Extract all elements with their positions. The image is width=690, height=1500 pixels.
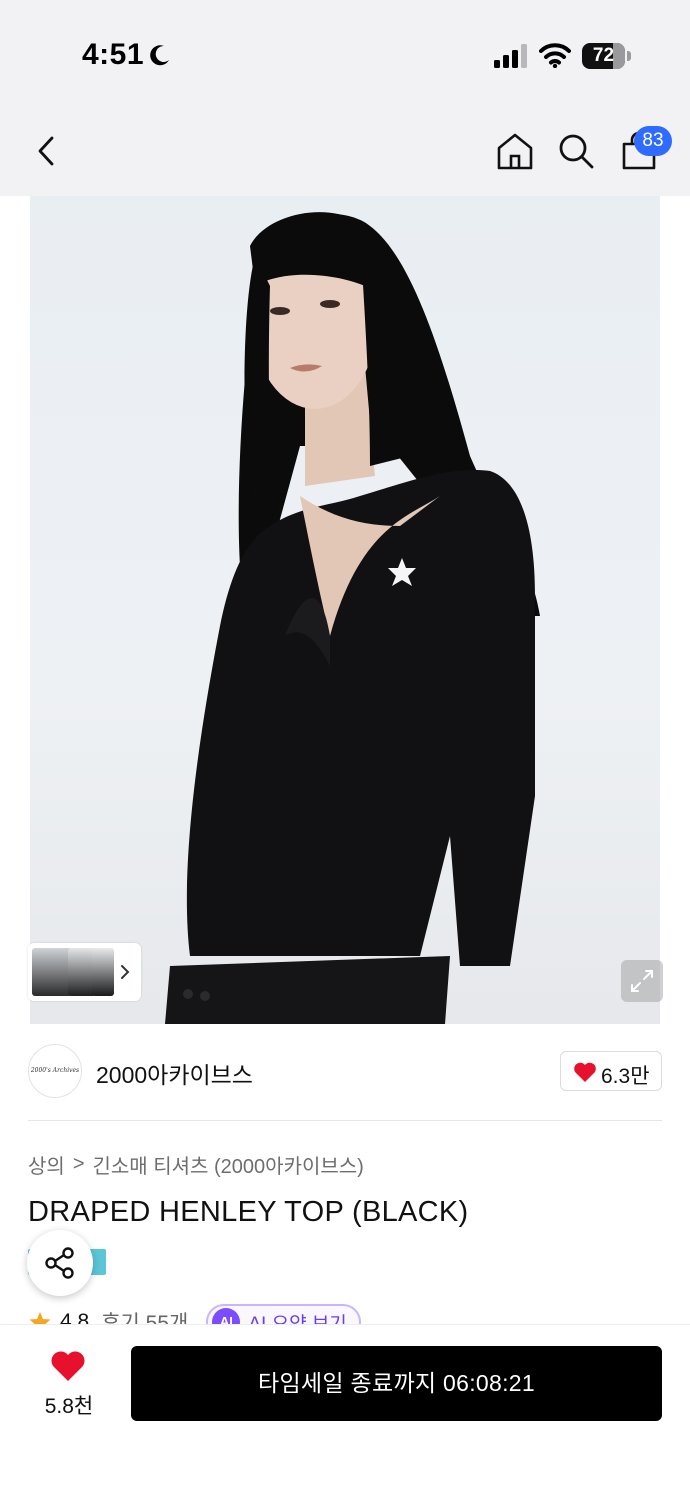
wifi-icon <box>539 43 571 68</box>
timesale-buy-button[interactable]: 타임세일 종료까지 06:08:21 <box>131 1346 662 1421</box>
chevron-right-icon[interactable] <box>118 962 132 982</box>
breadcrumb-category[interactable]: 상의 <box>28 1150 65 1179</box>
home-icon[interactable] <box>494 130 536 172</box>
rating-row: 4.8 후기 55개 AI AI 요약 보기 <box>28 1300 668 1324</box>
product-image[interactable] <box>30 196 660 1024</box>
breadcrumb: 상의 > 긴소매 티셔츠 (2000아카이브스) <box>28 1150 364 1179</box>
search-icon[interactable] <box>556 130 596 172</box>
rating-value: 4.8 <box>60 1310 90 1324</box>
brand-like-button[interactable]: 6.3만 <box>560 1051 662 1091</box>
brand-like-count: 6.3만 <box>601 1065 650 1088</box>
ai-summary-button[interactable]: AI AI 요약 보기 <box>206 1304 361 1325</box>
model-photo <box>165 212 541 1024</box>
breadcrumb-separator: > <box>72 1153 85 1175</box>
ai-summary-label: AI 요약 보기 <box>248 1313 347 1325</box>
moon-icon <box>150 45 169 66</box>
battery-body: 72 <box>582 43 625 69</box>
heart-icon <box>574 1062 596 1082</box>
share-icon <box>45 1247 74 1279</box>
seller-name[interactable]: 2000아카이브스 <box>96 1056 253 1090</box>
share-button[interactable] <box>27 1230 93 1296</box>
star-icon <box>29 1312 51 1324</box>
cellular-signal-icon <box>494 44 527 68</box>
battery-percent: 72 <box>592 45 615 66</box>
thumbnail-3[interactable] <box>92 948 114 996</box>
ai-badge: AI <box>212 1308 241 1324</box>
breadcrumb-subcategory[interactable]: 긴소매 티셔츠 (2000아카이브스) <box>93 1150 364 1179</box>
review-count[interactable]: 후기 55개 <box>101 1307 188 1324</box>
cart-count-badge: 83 <box>634 126 672 156</box>
wishlist-count: 5.8천 <box>44 1395 94 1418</box>
battery-indicator: 72 <box>582 43 631 69</box>
product-title: DRAPED HENLEY TOP (BLACK) <box>28 1196 469 1228</box>
heart-icon[interactable] <box>50 1350 86 1382</box>
expand-image-button[interactable] <box>621 960 663 1002</box>
thumbnail-1[interactable] <box>32 948 72 996</box>
back-icon[interactable] <box>30 130 66 172</box>
battery-cap <box>627 51 631 61</box>
expand-icon <box>631 970 653 992</box>
divider <box>28 1120 662 1121</box>
seller-logo[interactable]: 2000's Archives <box>28 1044 82 1098</box>
status-time: 4:51 <box>82 38 145 71</box>
